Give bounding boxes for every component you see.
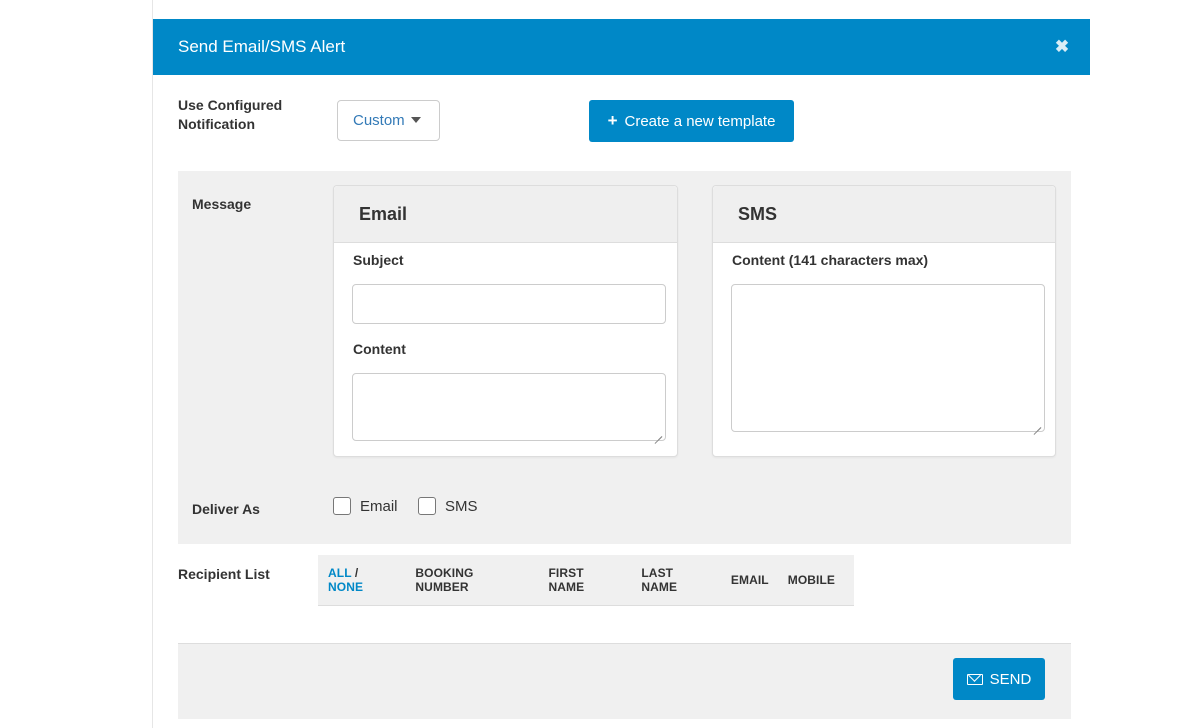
caret-down-icon [410,116,421,123]
sms-content-label: Content (141 characters max) [732,252,929,268]
notification-dropdown[interactable]: Custom [337,100,440,141]
deliver-sms-checkbox[interactable] [418,497,436,515]
deliver-email-checkbox[interactable] [333,497,351,515]
configured-notification-label: Use Configured Notification [178,97,283,132]
column-header-booking-number[interactable]: BOOKING NUMBER [415,566,529,594]
sms-panel-title: SMS [713,186,1055,243]
email-panel-title: Email [334,186,677,243]
subject-input[interactable] [352,284,666,324]
deliver-sms-option[interactable]: SMS [418,497,478,515]
send-alert-modal: Send Email/SMS Alert ✖ Use Configured No… [153,19,1090,728]
column-header-email[interactable]: EMAIL [731,573,769,587]
column-header-first-name[interactable]: FIRST NAME [548,566,622,594]
select-separator: / [354,566,359,580]
send-button-label: SEND [989,670,1032,688]
recipient-list-label: Recipient List [178,566,270,582]
plus-icon: + [607,111,618,130]
column-header-last-name[interactable]: LAST NAME [641,566,712,594]
resize-handle-icon[interactable] [1033,420,1041,428]
send-button[interactable]: SEND [953,658,1045,700]
select-all-none: ALL / NONE [328,566,396,594]
sms-panel: SMS Content (141 characters max) [712,185,1056,457]
modal-header: Send Email/SMS Alert ✖ [153,19,1090,75]
modal-footer: SEND [178,643,1071,719]
deliver-email-option[interactable]: Email [333,497,398,515]
column-header-mobile[interactable]: MOBILE [788,573,835,587]
subject-label: Subject [353,252,404,268]
message-section: Message Email Subject Content SMS Conten… [178,171,1071,544]
email-panel: Email Subject Content [333,185,678,457]
select-all-link[interactable]: ALL [328,566,351,580]
select-none-link[interactable]: NONE [328,580,363,594]
deliver-email-label: Email [360,497,398,515]
sms-content-textarea[interactable] [731,284,1045,432]
email-content-textarea[interactable] [352,373,666,441]
close-icon[interactable]: ✖ [1052,37,1072,57]
notification-dropdown-value: Custom [353,112,405,129]
resize-handle-icon[interactable] [654,429,662,437]
recipient-table-header: ALL / NONE BOOKING NUMBER FIRST NAME LAS… [318,555,854,606]
email-content-label: Content [353,341,406,357]
configured-notification-row: Use Configured Notification Custom + Cre… [178,96,1078,156]
create-template-label: Create a new template [624,112,776,130]
modal-title: Send Email/SMS Alert [178,37,346,56]
deliver-sms-label: SMS [445,497,478,515]
message-label: Message [192,196,252,212]
envelope-icon [966,673,983,685]
create-template-button[interactable]: + Create a new template [589,100,794,142]
deliver-as-label: Deliver As [192,501,260,517]
